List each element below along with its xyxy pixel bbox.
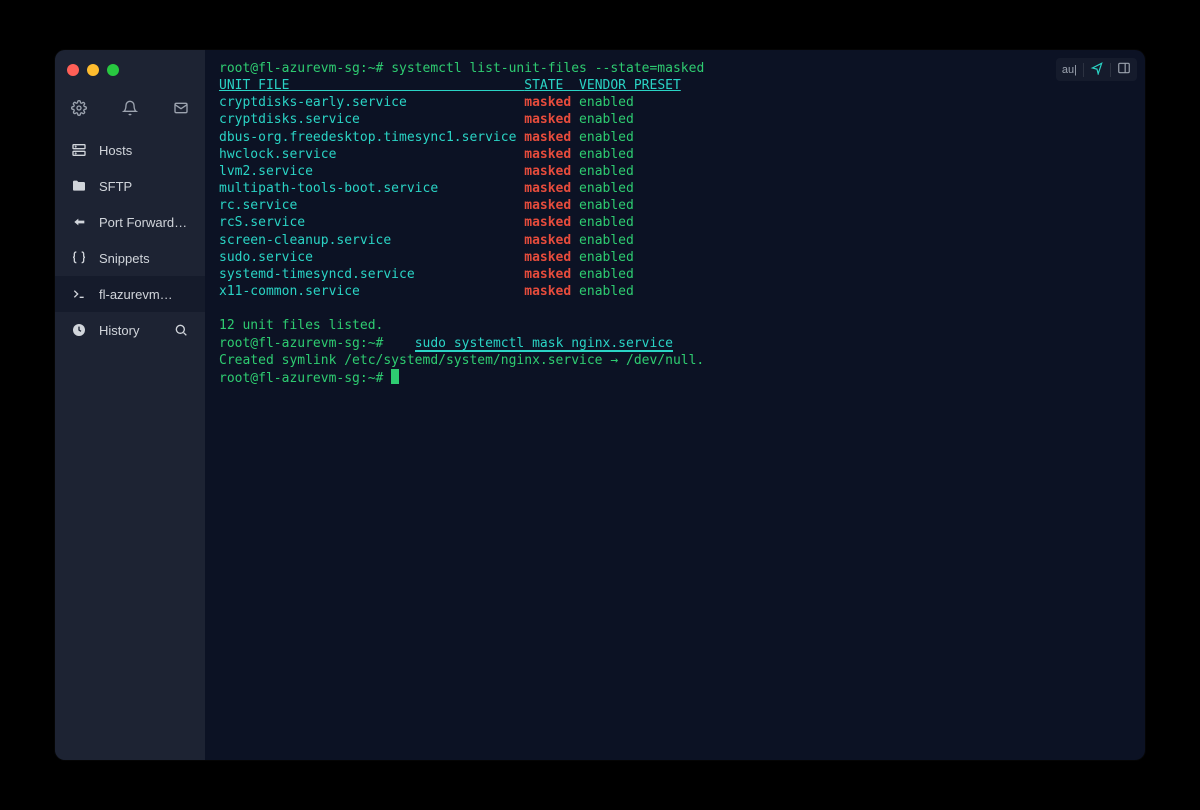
terminal-icon bbox=[71, 286, 87, 302]
sidebar-item-label: fl-azurevm… bbox=[99, 287, 189, 302]
sidebar-item-sftp[interactable]: SFTP bbox=[55, 168, 205, 204]
folder-icon bbox=[71, 178, 87, 194]
window-controls bbox=[55, 58, 205, 94]
sidebar-item-label: Port Forwarding bbox=[99, 215, 189, 230]
sidebar-item-label: History bbox=[99, 323, 161, 338]
sidebar-item-session[interactable]: fl-azurevm… bbox=[55, 276, 205, 312]
share-icon[interactable] bbox=[1090, 61, 1104, 78]
arrow-bidir-icon bbox=[71, 214, 87, 230]
server-icon bbox=[71, 142, 87, 158]
clock-icon bbox=[71, 322, 87, 338]
mail-icon[interactable] bbox=[173, 100, 189, 116]
toolbar-auto-label: au| bbox=[1062, 64, 1077, 76]
sidebar-item-label: Hosts bbox=[99, 143, 189, 158]
sidebar-item-label: Snippets bbox=[99, 251, 189, 266]
toolbar-divider bbox=[1110, 63, 1111, 77]
search-icon[interactable] bbox=[173, 322, 189, 338]
zoom-dot[interactable] bbox=[107, 64, 119, 76]
terminal-pane[interactable]: root@fl-azurevm-sg:~# systemctl list-uni… bbox=[205, 50, 1145, 760]
minimize-dot[interactable] bbox=[87, 64, 99, 76]
sidebar-item-label: SFTP bbox=[99, 179, 189, 194]
toolbar-divider bbox=[1083, 63, 1084, 77]
bell-icon[interactable] bbox=[122, 100, 138, 116]
split-icon[interactable] bbox=[1117, 61, 1131, 78]
sidebar: Hosts SFTP Port Forwarding Snippets fl-a… bbox=[55, 50, 205, 760]
sidebar-item-hosts[interactable]: Hosts bbox=[55, 132, 205, 168]
sidebar-item-history[interactable]: History bbox=[55, 312, 205, 348]
gear-icon[interactable] bbox=[71, 100, 87, 116]
sidebar-item-port-forwarding[interactable]: Port Forwarding bbox=[55, 204, 205, 240]
close-dot[interactable] bbox=[67, 64, 79, 76]
app-window: Hosts SFTP Port Forwarding Snippets fl-a… bbox=[55, 50, 1145, 760]
braces-icon bbox=[71, 250, 87, 266]
sidebar-item-snippets[interactable]: Snippets bbox=[55, 240, 205, 276]
sidebar-quick-icons bbox=[55, 94, 205, 132]
top-toolbar: au| bbox=[1056, 58, 1137, 81]
